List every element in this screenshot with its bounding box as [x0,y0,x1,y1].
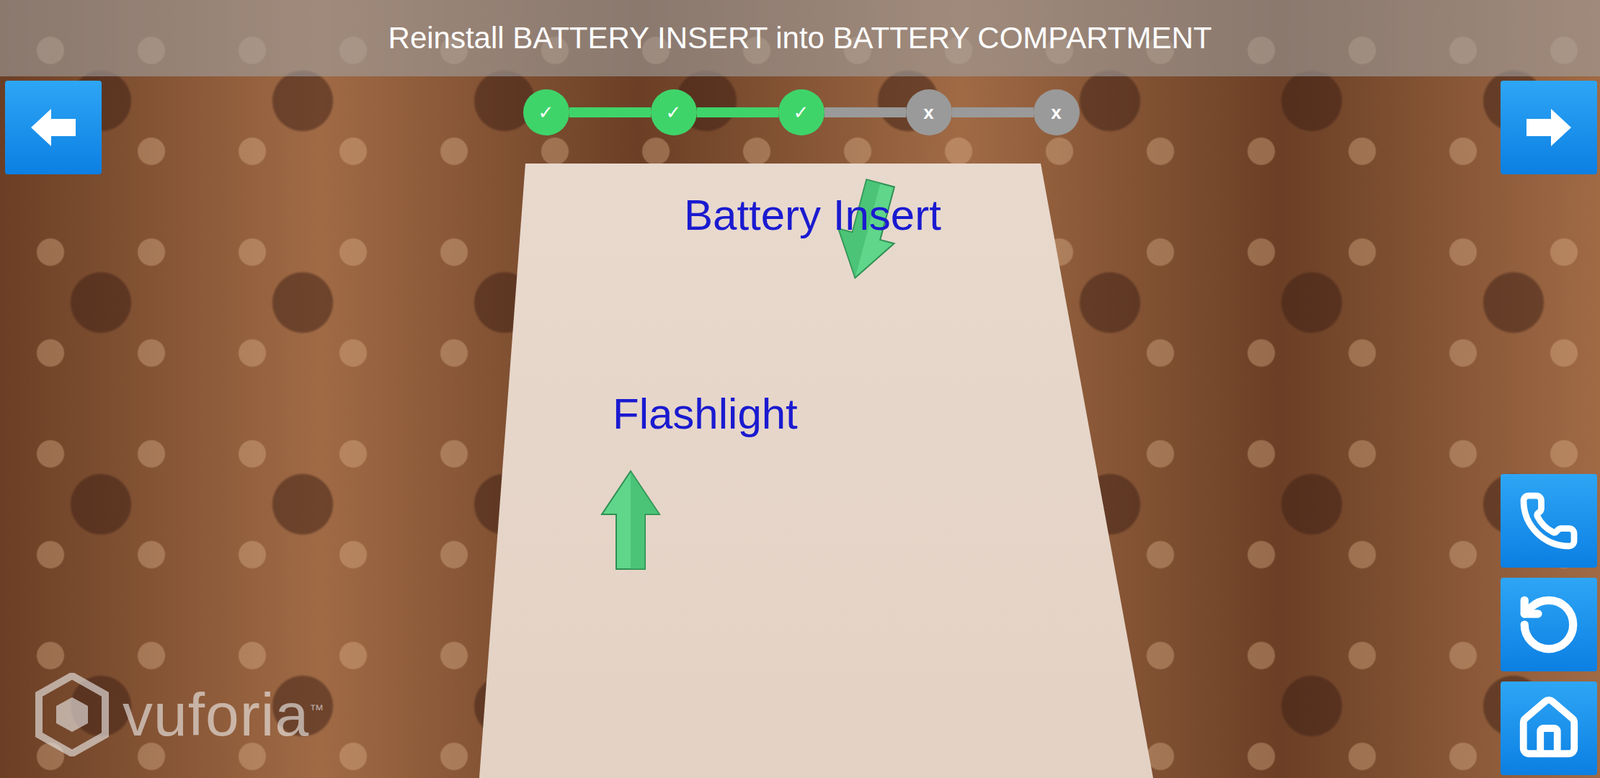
left-column [5,80,102,776]
step-connector [696,107,779,118]
next-arrow-icon [1523,105,1575,150]
trademark: ™ [309,701,325,718]
step-connector [952,107,1034,118]
step-dot: ✓ [778,89,825,136]
step-progress: ✓ ✓ ✓ x x [523,89,1080,136]
phone-icon [1518,490,1580,552]
ar-screen: Battery Insert Flashlight vuforia™ Reinstal… [0,0,1600,778]
vuforia-logo-icon [34,673,110,757]
step-dot: ✓ [650,89,697,136]
back-button[interactable] [5,80,102,175]
call-button[interactable] [1500,474,1598,568]
watermark-text: vuforia™ [122,680,325,751]
action-buttons [1500,474,1598,776]
step-connector [569,107,651,118]
up-arrow-icon [600,469,661,571]
ui-layer: Reinstall BATTERY INSERT into BATTERY CO… [0,0,1600,778]
restart-button[interactable] [1500,578,1598,672]
right-column [1500,80,1598,776]
next-button[interactable] [1500,80,1598,175]
back-arrow-icon [28,105,79,150]
ar-label: Battery Insert [683,191,942,240]
home-icon [1514,694,1583,763]
step-dot: ✓ [523,89,570,136]
step-connector [824,107,906,118]
instruction-bar: Reinstall BATTERY INSERT into BATTERY CO… [0,0,1600,77]
home-button[interactable] [1500,681,1598,776]
refresh-icon [1516,592,1582,658]
vuforia-watermark: vuforia™ [34,673,325,757]
step-dot: x [905,89,953,136]
ui-body: ✓ ✓ ✓ x x [0,76,1600,778]
ar-label: Flashlight [612,390,798,439]
step-dot: x [1033,89,1080,136]
